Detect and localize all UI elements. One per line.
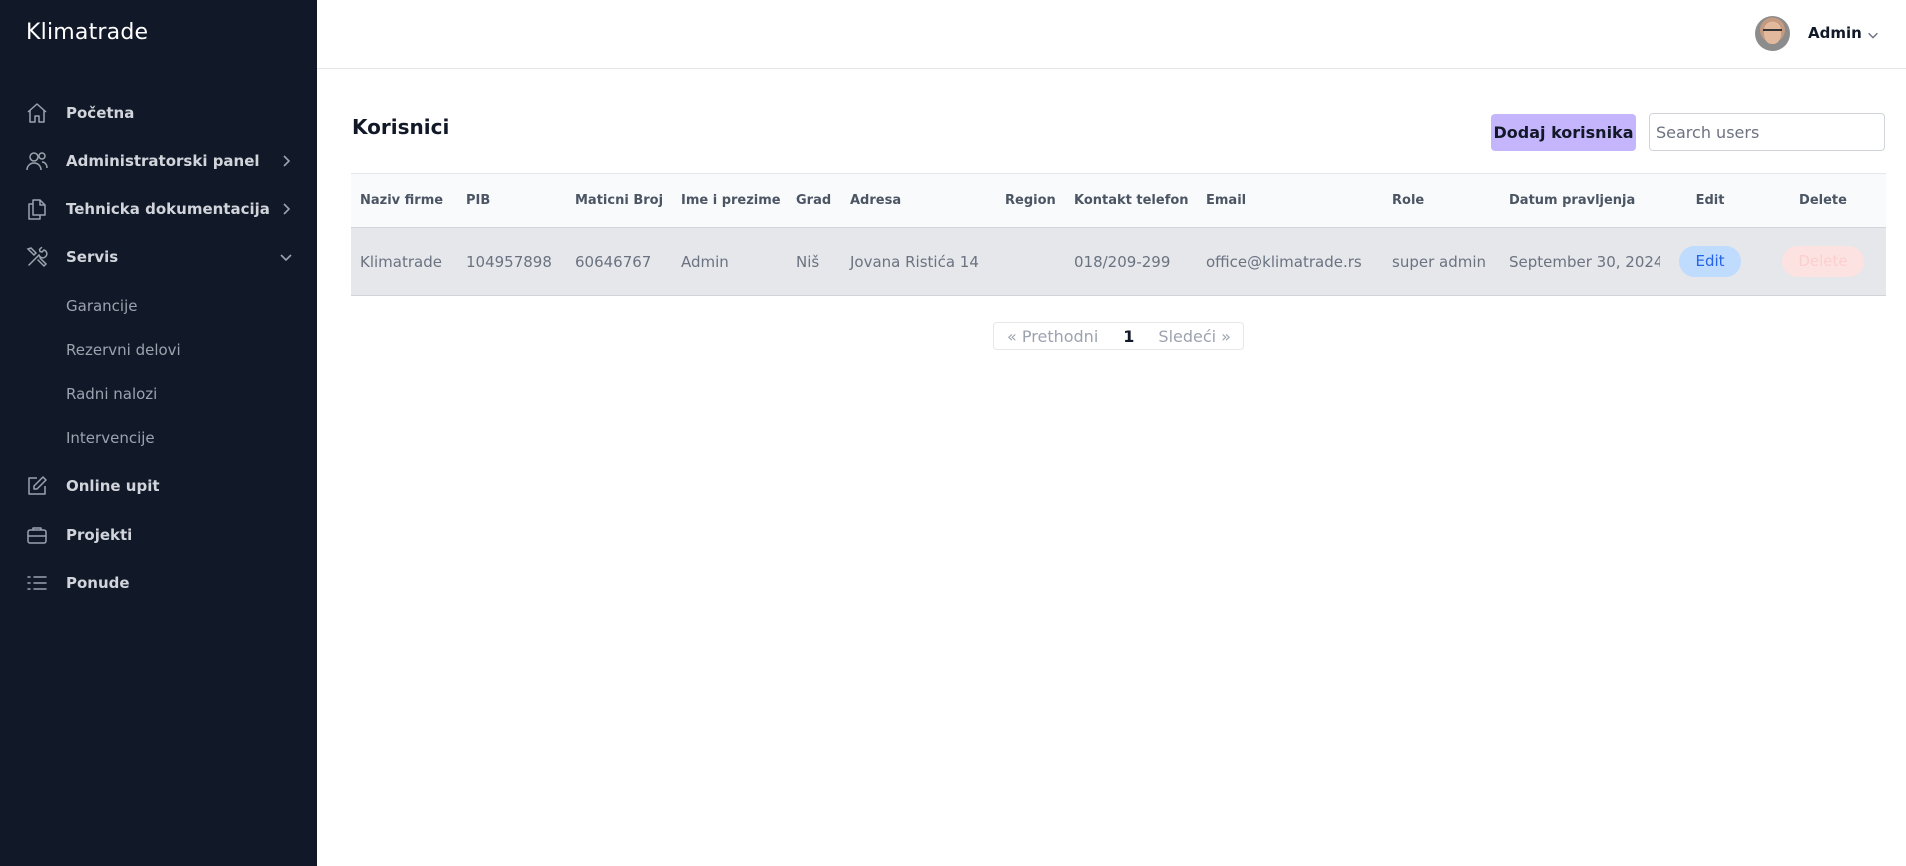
column-header-role[interactable]: Role (1383, 174, 1500, 228)
table-header-row: Naziv firme PIB Maticni Broj Ime i prezi… (351, 173, 1886, 228)
chevron-down-icon (278, 249, 294, 265)
sidebar-item-label: Ponude (66, 574, 130, 592)
sidebar-item-tehnicka-dokumentacija[interactable]: Tehnicka dokumentacija (24, 193, 294, 225)
delete-button[interactable]: Delete (1782, 246, 1864, 277)
cell-role: super admin (1392, 252, 1487, 271)
cell-ime-i-prezime: Admin (681, 252, 729, 271)
column-header-pib[interactable]: PIB (457, 174, 566, 228)
cell-delete: Delete (1760, 228, 1886, 296)
sidebar-item-label: Projekti (66, 526, 133, 544)
pagination: « Prethodni 1 Sledeći » (993, 322, 1244, 350)
top-header (317, 0, 1906, 69)
avatar-face (1764, 22, 1781, 44)
sidebar-subitem-intervencije[interactable]: Intervencije (66, 429, 155, 447)
sidebar-item-pocetna[interactable]: Početna (24, 97, 294, 129)
chevron-down-icon[interactable] (1866, 27, 1880, 41)
user-avatar[interactable] (1755, 16, 1790, 51)
documents-icon (24, 196, 50, 222)
cell-grad: Niš (796, 252, 820, 271)
column-header-kontakt-telefon[interactable]: Kontakt telefon (1065, 174, 1197, 228)
sidebar-item-administratorski-panel[interactable]: Administratorski panel (24, 145, 294, 177)
briefcase-icon (24, 522, 50, 548)
brand-logo[interactable]: Klimatrade (26, 20, 148, 45)
home-icon (24, 100, 50, 126)
cell-pib: 104957898 (466, 252, 552, 271)
sidebar-subitem-radni-nalozi[interactable]: Radni nalozi (66, 385, 157, 403)
cell-adresa: Jovana Ristića 14 (850, 252, 979, 271)
sidebar-item-label: Tehnicka dokumentacija (66, 200, 270, 218)
table-row[interactable]: Klimatrade 104957898 60646767 Admin Niš … (351, 227, 1886, 296)
search-input[interactable] (1649, 113, 1885, 151)
sidebar-item-ponude[interactable]: Ponude (24, 567, 294, 599)
page-title: Korisnici (352, 115, 450, 139)
sidebar-item-online-upit[interactable]: Online upit (24, 470, 294, 502)
sidebar-item-servis[interactable]: Servis (24, 241, 294, 273)
chevron-right-icon (278, 153, 294, 169)
sidebar-subitem-rezervni-delovi[interactable]: Rezervni delovi (66, 341, 181, 359)
pagination-page-1[interactable]: 1 (1123, 327, 1134, 346)
cell-naziv-firme: Klimatrade (360, 252, 442, 271)
column-header-naziv-firme[interactable]: Naziv firme (351, 174, 457, 228)
pagination-next[interactable]: Sledeći » (1158, 327, 1231, 346)
column-header-adresa[interactable]: Adresa (841, 174, 996, 228)
cell-region (996, 228, 1065, 296)
column-header-grad[interactable]: Grad (787, 174, 841, 228)
edit-button[interactable]: Edit (1679, 246, 1741, 277)
user-menu-name[interactable]: Admin (1808, 24, 1862, 42)
users-icon (24, 148, 50, 174)
edit-icon (24, 473, 50, 499)
sidebar-item-projekti[interactable]: Projekti (24, 519, 294, 551)
add-user-button[interactable]: Dodaj korisnika (1491, 114, 1636, 151)
column-header-maticni-broj[interactable]: Maticni Broj (566, 174, 672, 228)
tools-icon (24, 244, 50, 270)
column-header-delete: Delete (1799, 193, 1847, 208)
cell-edit: Edit (1660, 228, 1760, 296)
column-header-datum-pravljenja[interactable]: Datum pravljenja (1500, 174, 1660, 228)
cell-kontakt-telefon: 018/209-299 (1074, 252, 1171, 271)
sidebar-subitem-garancije[interactable]: Garancije (66, 297, 138, 315)
column-header-region[interactable]: Region (996, 174, 1065, 228)
list-icon (24, 570, 50, 596)
column-header-email[interactable]: Email (1197, 174, 1383, 228)
cell-email: office@klimatrade.rs (1206, 252, 1362, 271)
sidebar-item-label: Servis (66, 248, 119, 266)
column-header-ime-i-prezime[interactable]: Ime i prezime (672, 174, 787, 228)
sidebar-item-label: Online upit (66, 477, 160, 495)
cell-datum-pravljenja: September 30, 2024 (1509, 252, 1660, 271)
column-header-edit: Edit (1695, 193, 1725, 208)
pagination-prev[interactable]: « Prethodni (1007, 327, 1098, 346)
sidebar-item-label: Administratorski panel (66, 152, 260, 170)
users-table: Naziv firme PIB Maticni Broj Ime i prezi… (351, 173, 1886, 296)
cell-maticni-broj: 60646767 (575, 252, 652, 271)
avatar-glasses (1763, 29, 1782, 33)
chevron-right-icon (278, 201, 294, 217)
sidebar-item-label: Početna (66, 104, 135, 122)
sidebar: Klimatrade Početna Administratorski pane… (0, 0, 317, 866)
